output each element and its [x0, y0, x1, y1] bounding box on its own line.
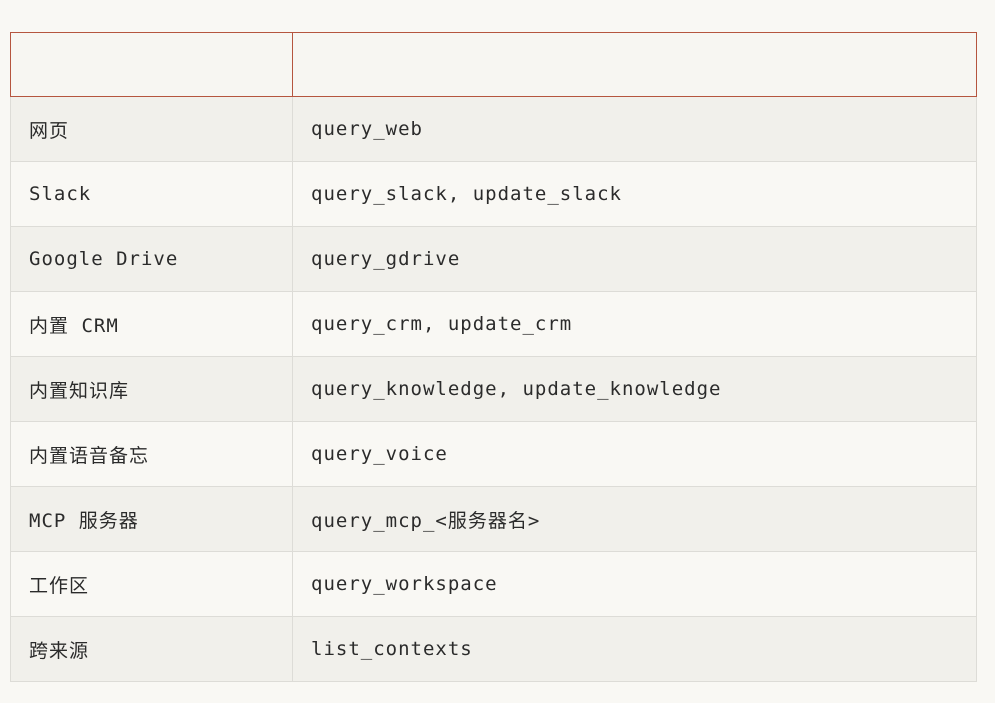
table-body: 网页 query_web Slack query_slack, update_s… — [10, 96, 977, 682]
source-cell: Google Drive — [10, 226, 293, 292]
header-cell-tools — [292, 32, 977, 97]
tools-cell: query_workspace — [292, 551, 977, 617]
table-row: Slack query_slack, update_slack — [10, 161, 977, 227]
tools-cell: query_knowledge, update_knowledge — [292, 356, 977, 422]
table-header — [10, 32, 977, 97]
source-cell: 内置知识库 — [10, 356, 293, 422]
tools-cell: query_slack, update_slack — [292, 161, 977, 227]
source-cell: 内置语音备忘 — [10, 421, 293, 487]
table-row: 内置知识库 query_knowledge, update_knowledge — [10, 356, 977, 422]
table-row: MCP 服务器 query_mcp_<服务器名> — [10, 486, 977, 552]
table-row: 跨来源 list_contexts — [10, 616, 977, 682]
tools-cell: query_crm, update_crm — [292, 291, 977, 357]
header-row — [10, 32, 977, 97]
table-row: 工作区 query_workspace — [10, 551, 977, 617]
header-cell-source — [10, 32, 293, 97]
table-row: 内置语音备忘 query_voice — [10, 421, 977, 487]
tools-cell: query_mcp_<服务器名> — [292, 486, 977, 552]
table-row: 内置 CRM query_crm, update_crm — [10, 291, 977, 357]
source-cell: Slack — [10, 161, 293, 227]
source-cell: 网页 — [10, 96, 293, 162]
table-row: 网页 query_web — [10, 96, 977, 162]
tools-cell: query_gdrive — [292, 226, 977, 292]
tools-table-container: 网页 query_web Slack query_slack, update_s… — [10, 32, 977, 682]
source-cell: MCP 服务器 — [10, 486, 293, 552]
source-cell: 工作区 — [10, 551, 293, 617]
tools-cell: query_voice — [292, 421, 977, 487]
source-cell: 内置 CRM — [10, 291, 293, 357]
source-cell: 跨来源 — [10, 616, 293, 682]
tools-cell: list_contexts — [292, 616, 977, 682]
table-row: Google Drive query_gdrive — [10, 226, 977, 292]
source-tools-table: 网页 query_web Slack query_slack, update_s… — [10, 32, 977, 682]
tools-cell: query_web — [292, 96, 977, 162]
